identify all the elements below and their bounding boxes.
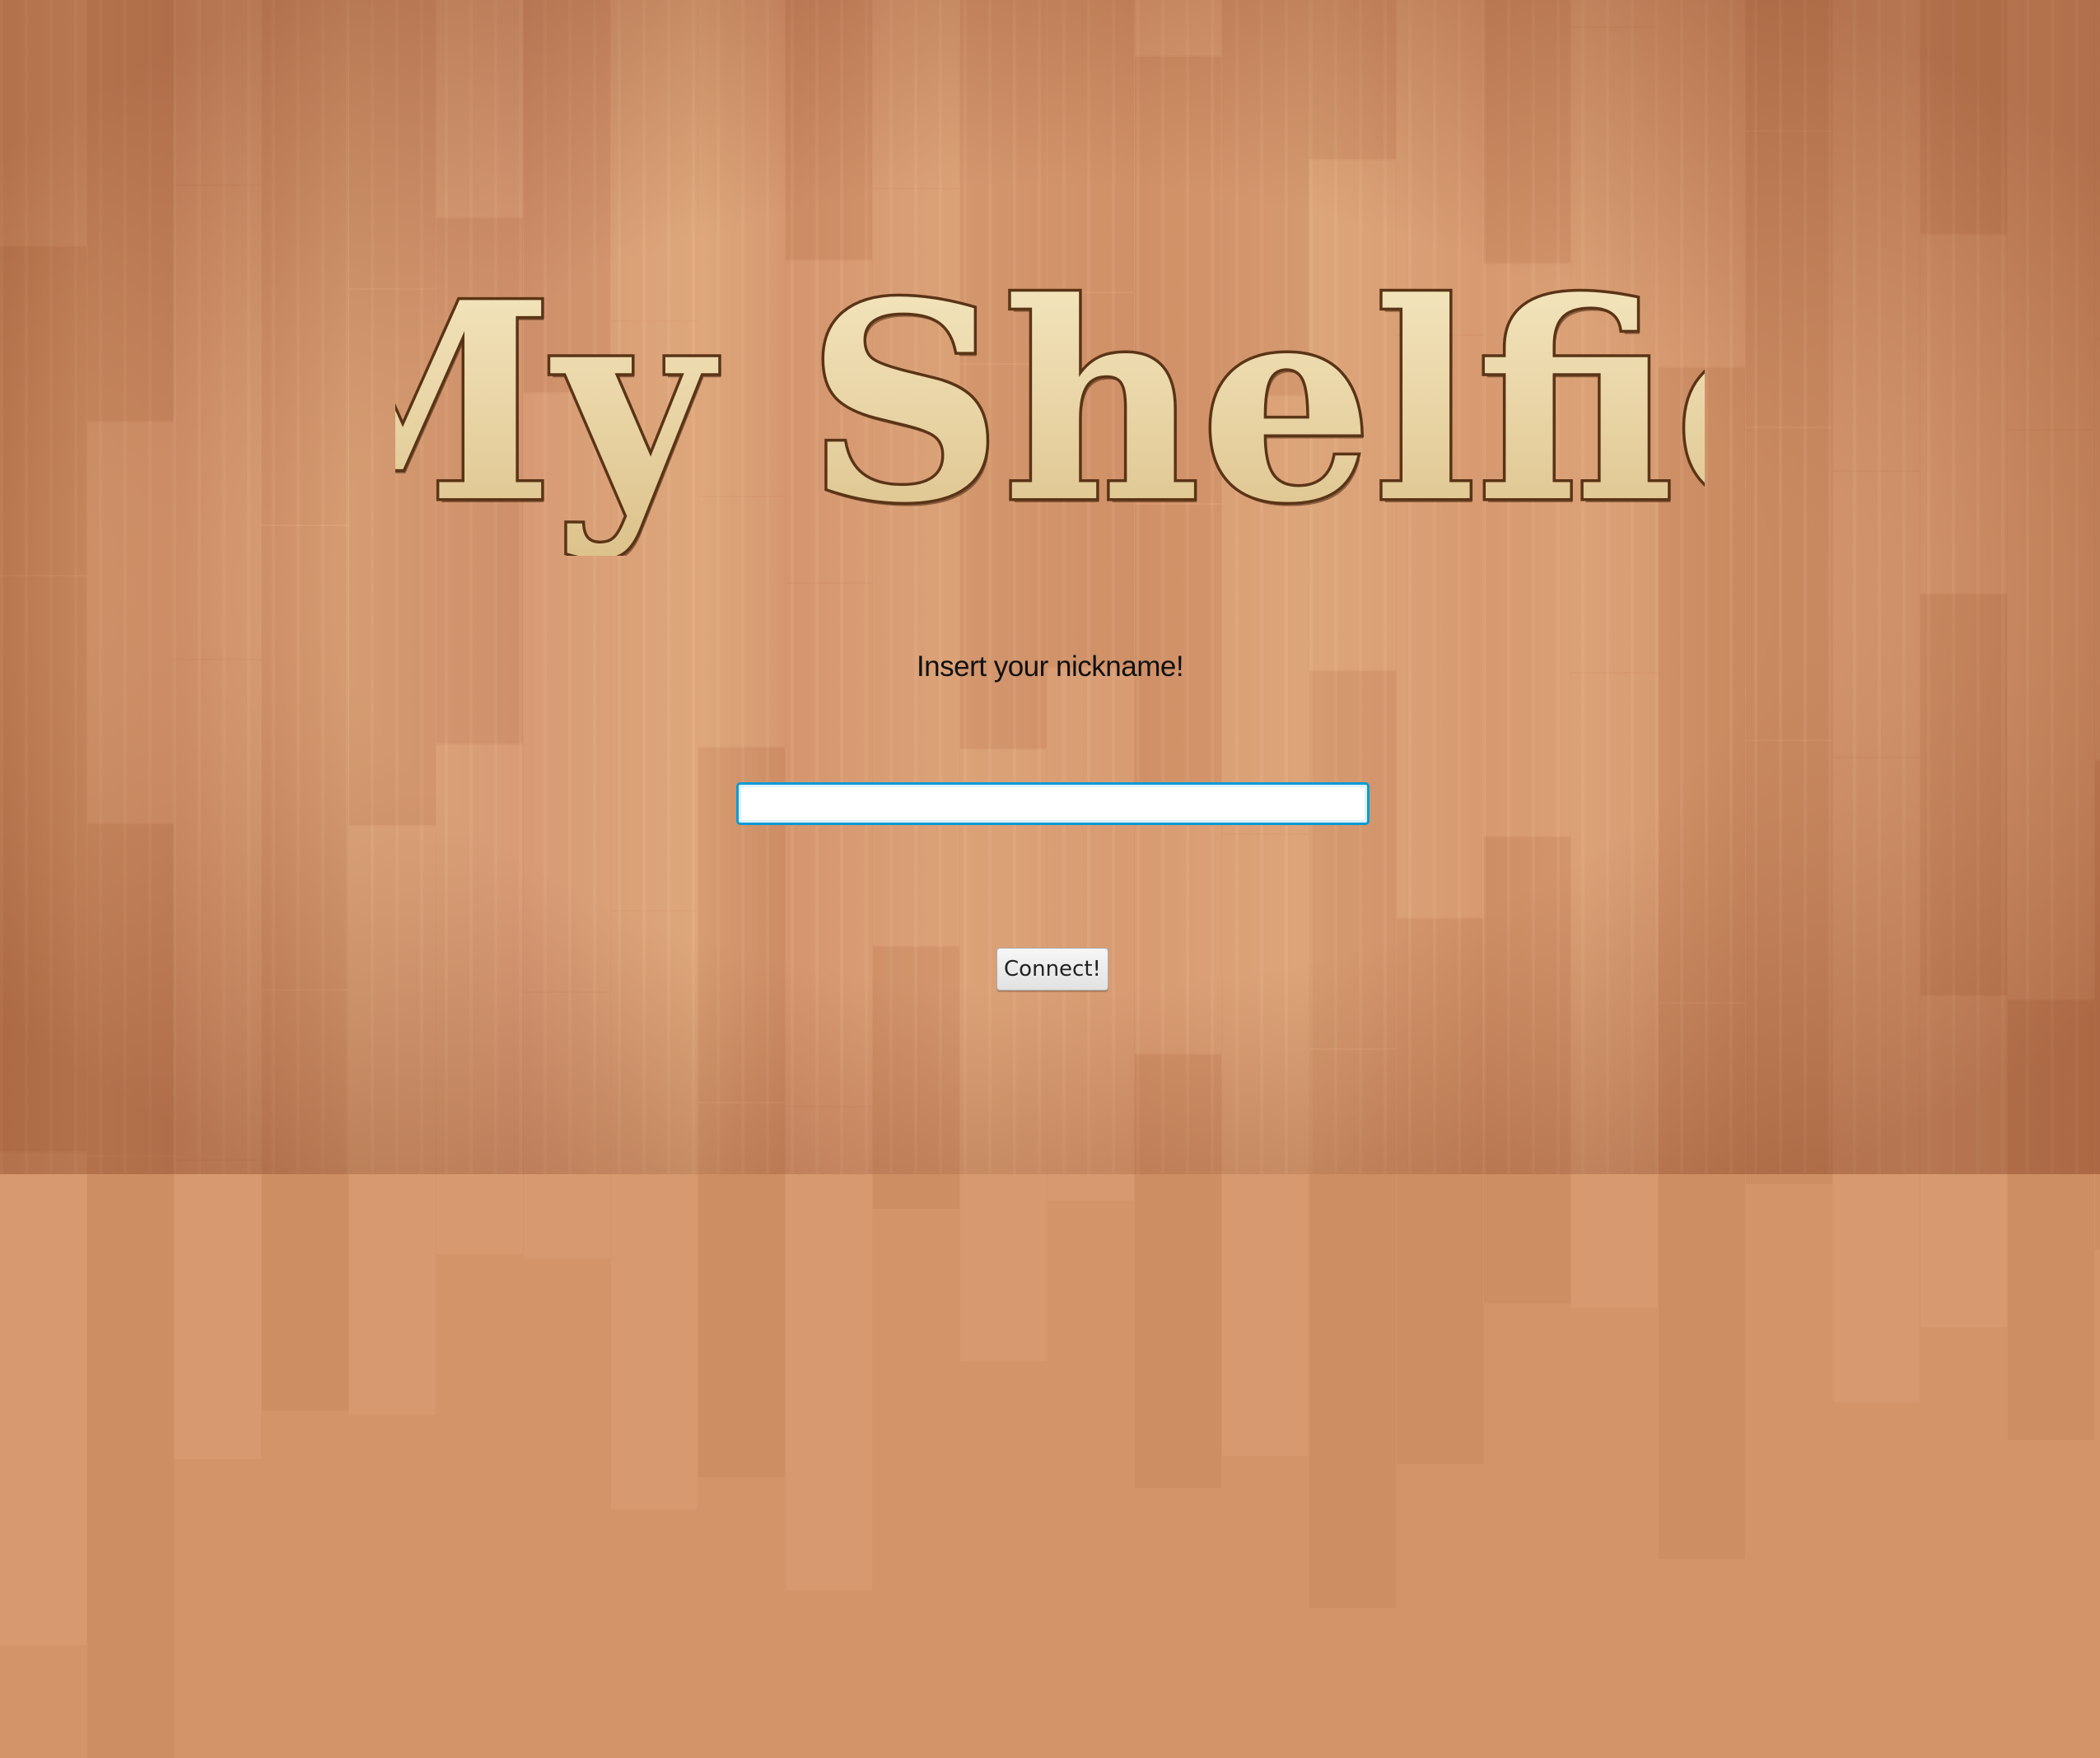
- game-logo: My Shelfie My Shelfie: [395, 240, 1705, 557]
- connect-button[interactable]: Connect!: [996, 948, 1108, 991]
- vignette: [0, 0, 2100, 1174]
- nickname-input[interactable]: [736, 782, 1370, 825]
- wood-plank: [0, 1153, 86, 1645]
- wood-plank: [87, 1157, 174, 1758]
- nickname-prompt: Insert your nickname!: [916, 651, 1184, 683]
- wood-plank: [175, 1161, 261, 1459]
- logo-text: My Shelfie: [395, 243, 1705, 556]
- wood-plank: [786, 1107, 872, 1590]
